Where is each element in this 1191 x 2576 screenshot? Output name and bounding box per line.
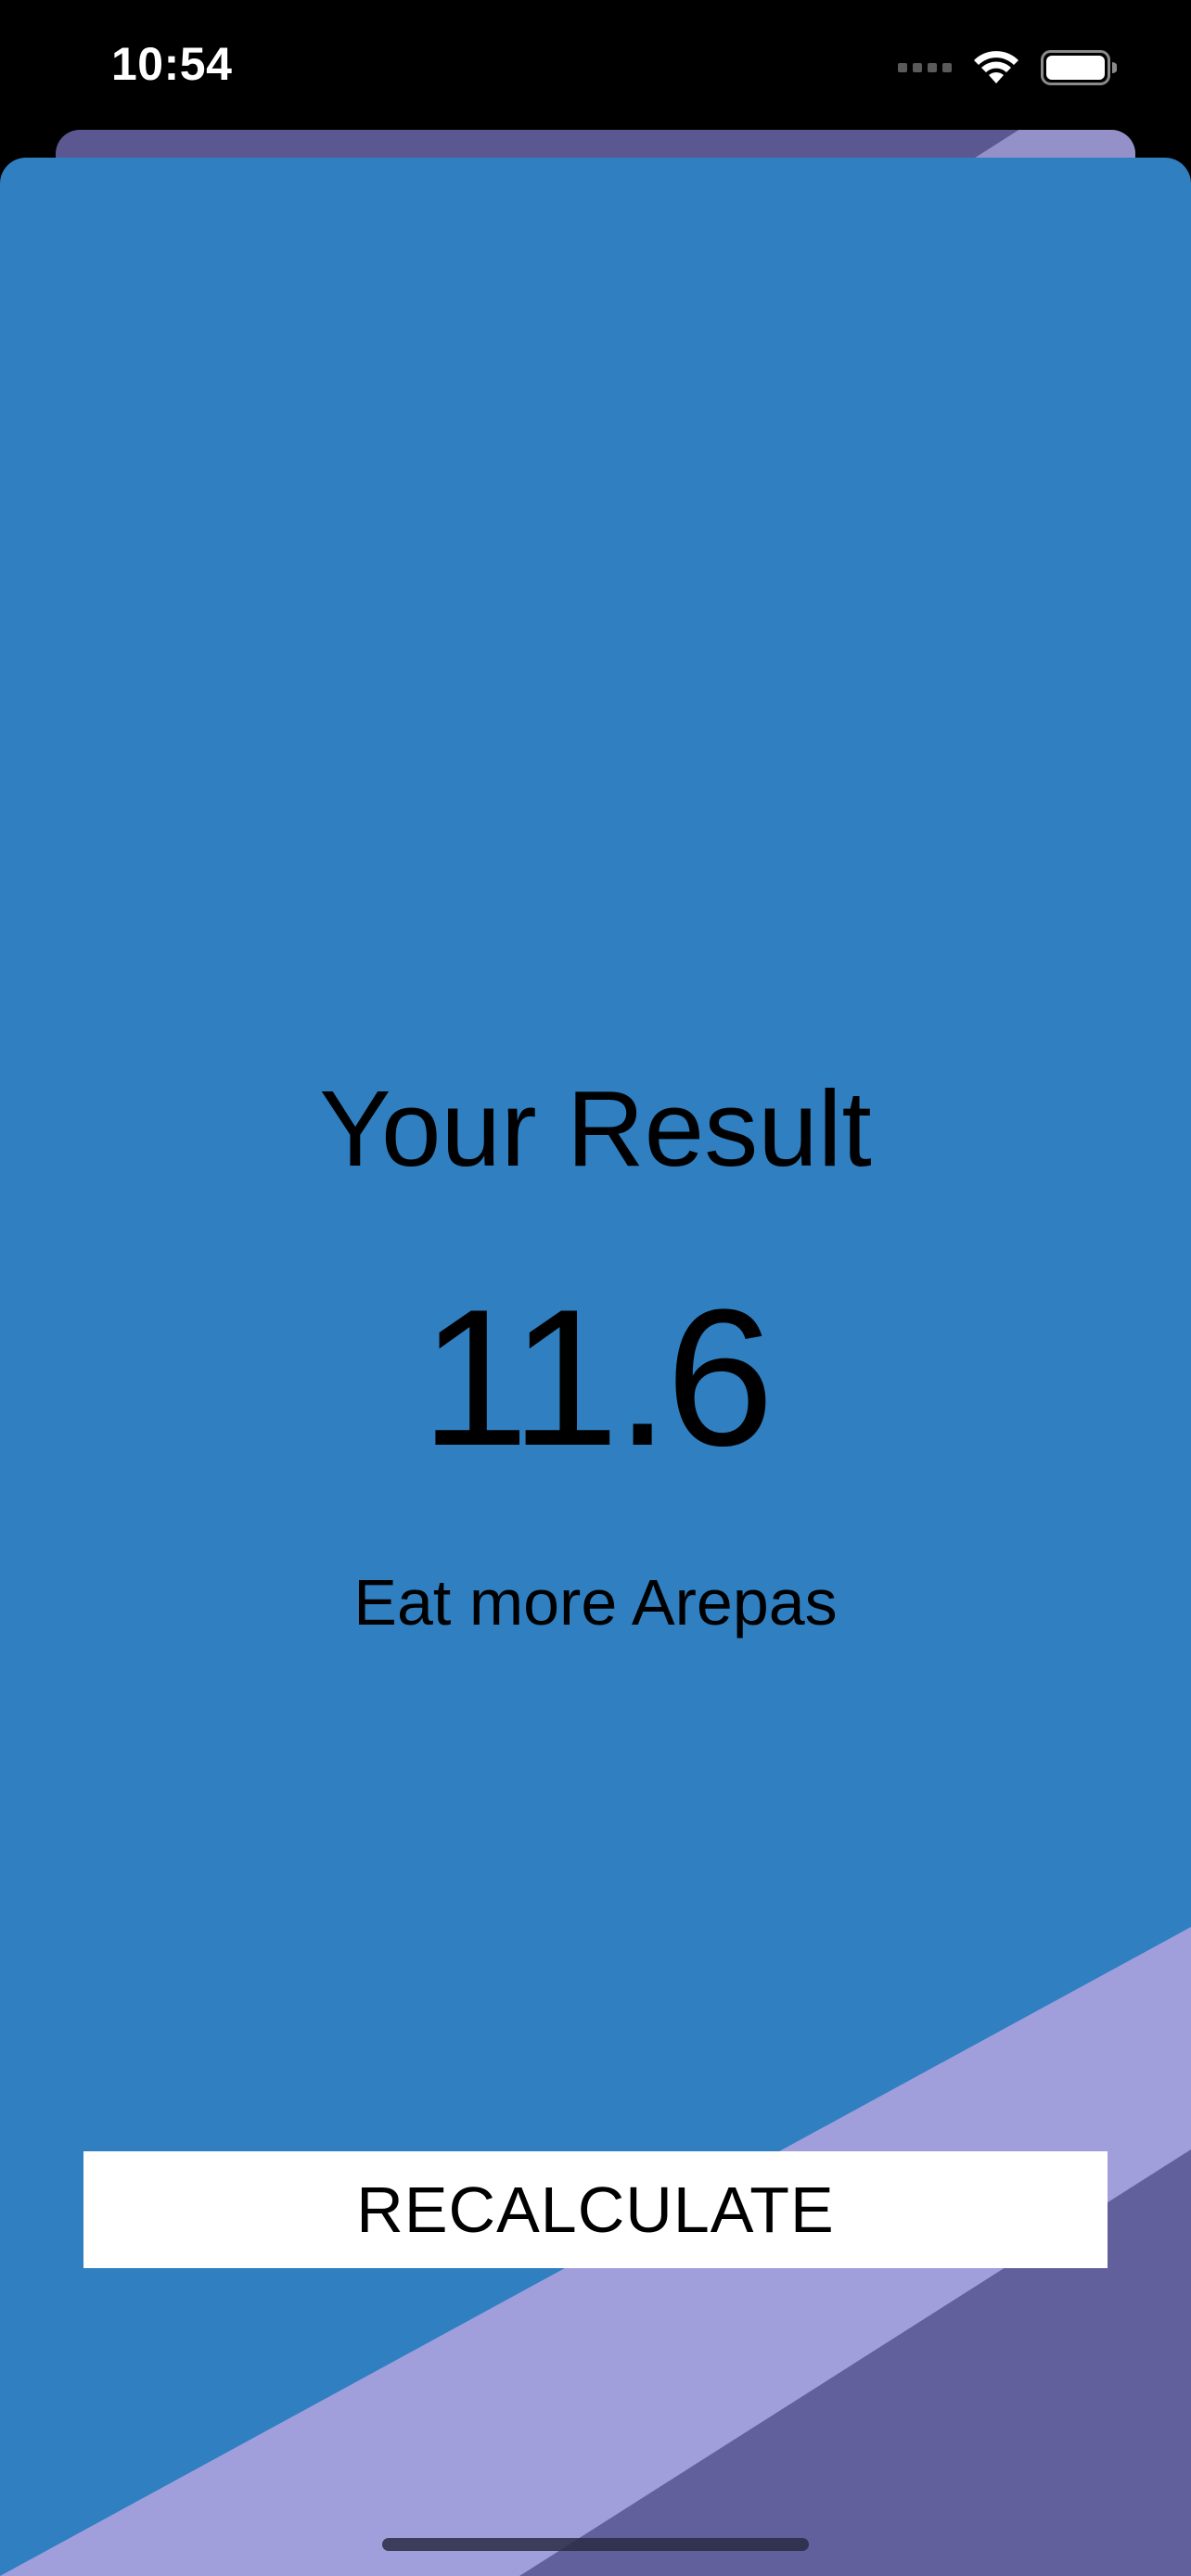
cellular-signal-icon [898, 63, 952, 72]
result-title: Your Result [319, 1068, 872, 1189]
battery-icon [1041, 50, 1117, 85]
screen: 10:54 Your Result 11.6 Eat more Arepas R… [0, 0, 1191, 2576]
status-icons [898, 45, 1117, 91]
result-value: 11.6 [420, 1269, 774, 1486]
status-time: 10:54 [111, 38, 233, 90]
status-bar: 10:54 [0, 0, 1191, 130]
result-advice: Eat more Arepas [353, 1566, 838, 1639]
recalculate-button[interactable]: RECALCULATE [83, 2151, 1108, 2268]
home-indicator[interactable] [382, 2538, 809, 2551]
wifi-icon [974, 51, 1018, 83]
